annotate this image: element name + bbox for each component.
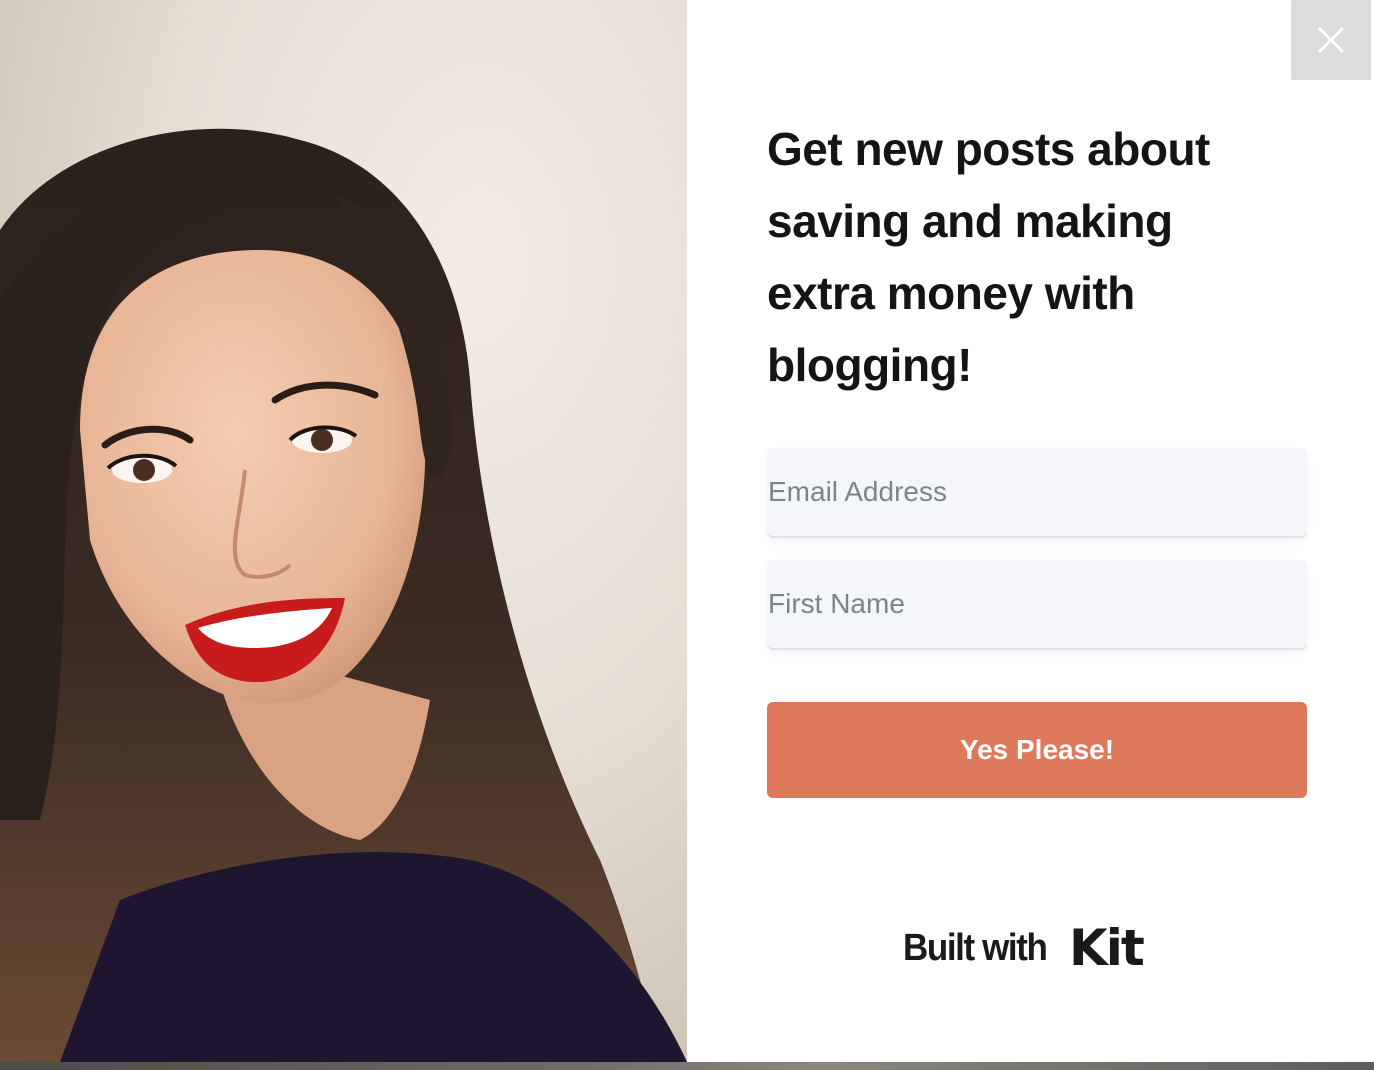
author-photo: [0, 0, 687, 1062]
subscribe-modal: Get new posts about saving and making ex…: [0, 0, 1374, 1062]
subscribe-button[interactable]: Yes Please!: [767, 702, 1307, 798]
built-with-kit-link[interactable]: Built with Kit: [903, 919, 1145, 977]
email-field[interactable]: [767, 448, 1307, 538]
first-name-field[interactable]: [767, 560, 1307, 650]
signup-panel: Get new posts about saving and making ex…: [687, 0, 1374, 1062]
form-headline: Get new posts about saving and making ex…: [767, 123, 1210, 391]
page-bottom-strip: [0, 1062, 1374, 1070]
close-button[interactable]: [1291, 0, 1371, 80]
close-icon: [1318, 27, 1344, 53]
portrait-illustration: [0, 0, 687, 1062]
kit-logo: Kit: [1068, 919, 1145, 977]
built-with-label: Built with: [903, 926, 1048, 969]
